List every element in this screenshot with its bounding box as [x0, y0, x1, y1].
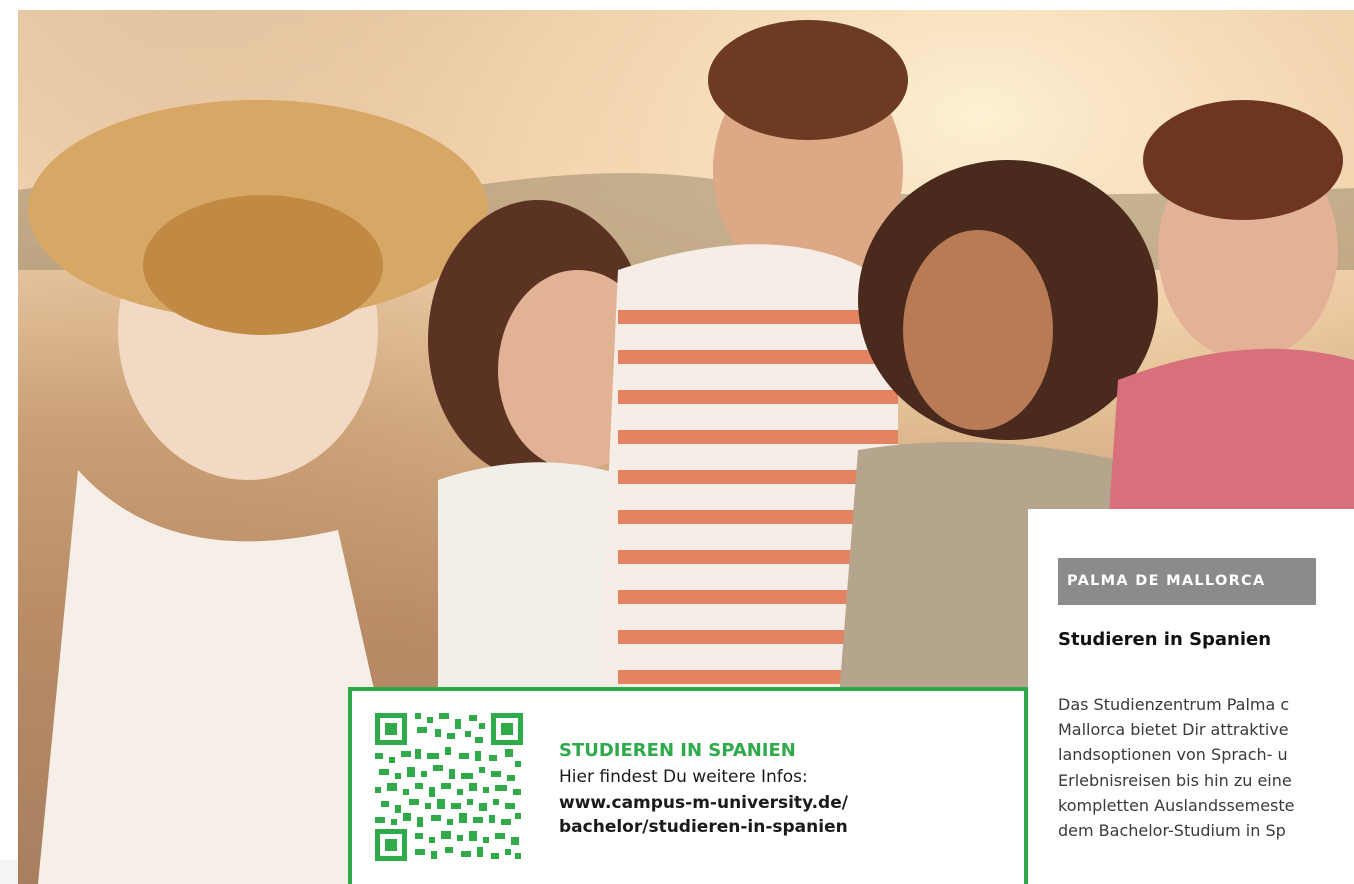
qr-box-title: STUDIEREN IN SPANIEN	[559, 740, 796, 761]
info-card: PALMA DE MALLORCA Studieren in Spanien D…	[1028, 509, 1354, 884]
card-heading: Studieren in Spanien	[1058, 629, 1272, 650]
location-badge: PALMA DE MALLORCA	[1058, 558, 1316, 605]
page-edge	[0, 860, 18, 884]
qr-box-url-link[interactable]: www.campus-m-university.de/ bachelor/stu…	[559, 792, 848, 839]
qr-info-box: STUDIEREN IN SPANIEN Hier findest Du wei…	[348, 687, 1028, 884]
qr-box-subtitle: Hier findest Du weitere Infos:	[559, 767, 808, 787]
qr-code-icon[interactable]	[375, 713, 523, 861]
card-body-text: Das Studienzentrum Palma c Mallorca biet…	[1058, 695, 1295, 841]
